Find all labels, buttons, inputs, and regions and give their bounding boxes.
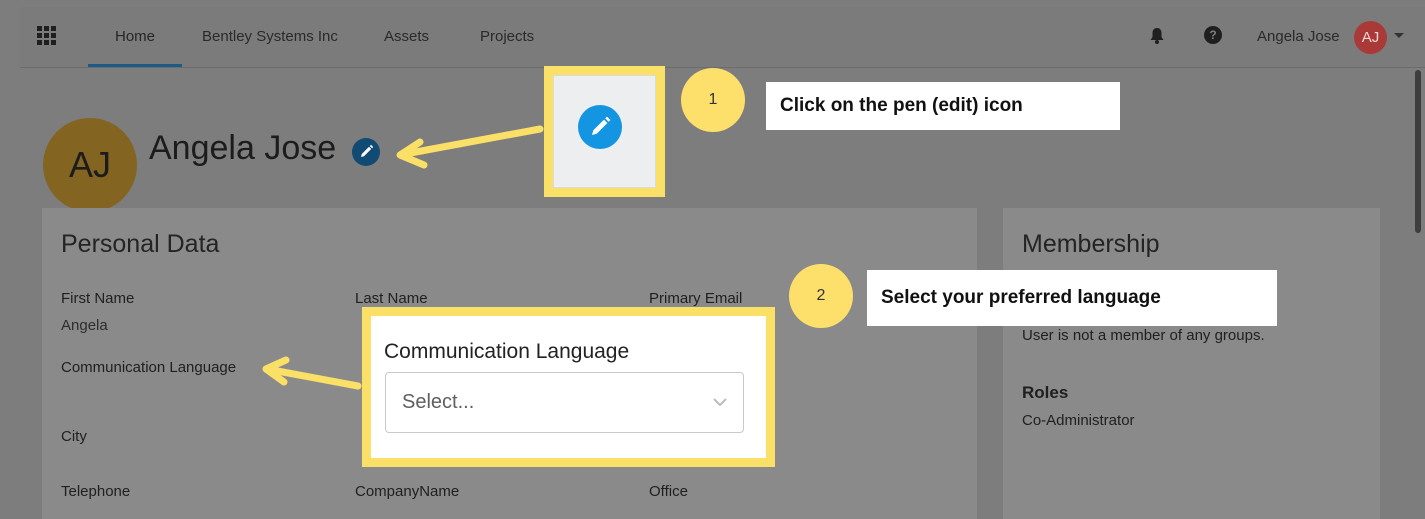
communication-language-label: Communication Language: [61, 359, 237, 376]
user-avatar[interactable]: AJ: [1354, 21, 1387, 54]
roles-value: Co-Administrator: [1022, 412, 1135, 429]
tab-assets[interactable]: Assets: [384, 7, 429, 67]
arrow-to-edit-icon: [396, 125, 544, 169]
membership-card: Membership User is not a member of any g…: [1003, 208, 1380, 519]
language-popup-label: Communication Language: [384, 340, 630, 363]
profile-name: Angela Jose: [149, 129, 337, 167]
pencil-icon: [361, 144, 374, 157]
edit-button-zoomed[interactable]: [578, 105, 622, 149]
company-name-label: CompanyName: [355, 483, 460, 500]
language-popup: Communication Language Select...: [371, 316, 766, 458]
last-name-label: Last Name: [355, 290, 428, 307]
help-icon[interactable]: ?: [1204, 26, 1222, 44]
language-highlight-box: Communication Language Select...: [362, 307, 775, 467]
membership-title: Membership: [1022, 230, 1160, 258]
user-menu-name[interactable]: Angela Jose: [1257, 28, 1340, 45]
tab-bentley-systems[interactable]: Bentley Systems Inc: [202, 7, 338, 67]
personal-data-title: Personal Data: [61, 230, 220, 258]
language-select[interactable]: Select...: [385, 372, 744, 433]
step-1-badge: 1: [681, 68, 745, 132]
tab-projects[interactable]: Projects: [480, 7, 534, 67]
pen-highlight-inner: [553, 75, 656, 188]
roles-heading: Roles: [1022, 383, 1069, 402]
page-scrollbar[interactable]: [1415, 70, 1421, 233]
telephone-label: Telephone: [61, 483, 131, 500]
first-name-label: First Name: [61, 290, 135, 307]
top-nav-bar: Home Bentley Systems Inc Assets Projects…: [20, 7, 1425, 68]
apps-grid-icon[interactable]: [37, 26, 57, 46]
app-root: Home Bentley Systems Inc Assets Projects…: [0, 0, 1425, 519]
user-menu-chevron-icon[interactable]: [1394, 33, 1404, 38]
chevron-down-icon: [713, 398, 727, 407]
language-select-placeholder: Select...: [402, 391, 475, 413]
primary-email-label: Primary Email: [649, 290, 743, 307]
edit-profile-button[interactable]: [352, 138, 380, 166]
groups-text: User is not a member of any groups.: [1022, 327, 1265, 344]
bell-icon[interactable]: [1149, 27, 1165, 45]
step-2-badge: 2: [789, 264, 853, 328]
tab-home[interactable]: Home: [87, 7, 183, 67]
step-2-instruction: Select your preferred language: [867, 270, 1277, 326]
pencil-icon: [592, 116, 611, 135]
first-name-value: Angela: [61, 317, 108, 334]
pen-highlight-box: [544, 66, 665, 197]
office-label: Office: [649, 483, 688, 500]
step-1-instruction: Click on the pen (edit) icon: [766, 82, 1120, 130]
city-label: City: [61, 428, 87, 445]
profile-avatar: AJ: [43, 118, 137, 212]
